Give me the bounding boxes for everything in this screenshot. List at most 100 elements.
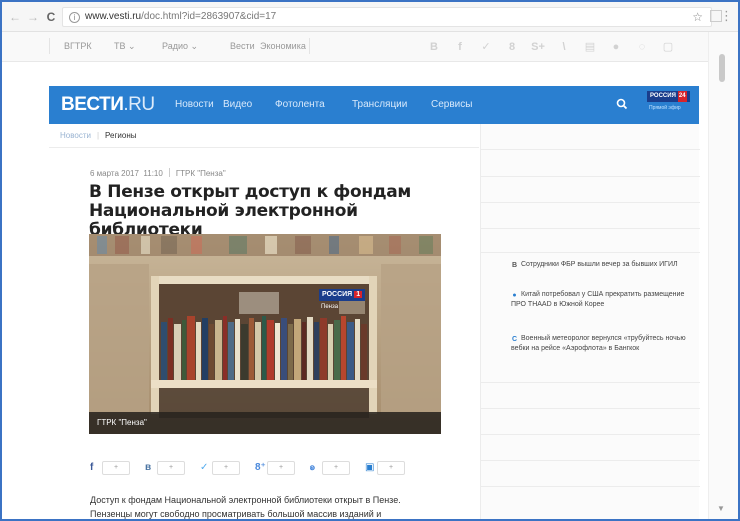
share-count: + [212, 461, 240, 475]
news-source-icon: В [511, 262, 518, 269]
topbar-link-economy[interactable]: Экономика [260, 41, 306, 51]
topbar-link-radio-label: Радио [162, 41, 188, 51]
chevron-down-icon: ⌄ [128, 41, 136, 51]
share-count: + [102, 461, 130, 475]
mail-icon: ▣ [365, 462, 375, 473]
scrollbar-thumb[interactable] [719, 54, 725, 82]
logo-ru: .RU [123, 94, 155, 115]
divider [49, 38, 50, 54]
divider [481, 202, 700, 203]
bookmark-star-icon[interactable]: ☆ [692, 10, 703, 24]
search-icon[interactable] [615, 97, 629, 111]
scroll-down-arrow-icon[interactable]: ▼ [717, 504, 725, 513]
odnoklassniki-icon[interactable]: 8 [504, 39, 520, 55]
sidebar-news-item[interactable]: С Военный метеоролог вернулся «трубуйтесь… [511, 334, 691, 354]
russia24-badge: РОССИЯ 24 [647, 91, 690, 102]
divider [309, 38, 310, 54]
article-time: 11:10 [143, 169, 163, 178]
article-source-link[interactable]: ГТРК "Пенза" [176, 169, 226, 178]
chevron-down-icon: ⌄ [190, 41, 199, 51]
nav-news[interactable]: Новости [175, 99, 214, 110]
tablet-icon[interactable]: ▤ [582, 39, 598, 55]
sidebar-news-text: Сотрудники ФБР вышли вечер за бывших ИГИ… [521, 261, 678, 268]
share-count: + [157, 461, 185, 475]
share-count: + [322, 461, 350, 475]
site-logo[interactable]: ВЕСТИ.RU [61, 94, 155, 116]
photo-caption: ГТРК "Пенза" [97, 418, 147, 427]
address-bar-row: ← → C i www.vesti.ru/doc.html?id=2863907… [2, 2, 738, 32]
nav-photos[interactable]: Фотолента [275, 99, 325, 110]
article-photo[interactable]: РОССИЯ 1 Пенза ГТРК "Пенза" [89, 234, 441, 434]
breadcrumb-home-link[interactable]: Новости [60, 131, 91, 140]
url-host: www.vesti.ru [85, 11, 142, 22]
nav-services[interactable]: Сервисы [431, 99, 472, 110]
forward-icon[interactable]: → [26, 10, 40, 24]
divider [481, 149, 700, 150]
russia24-number: 24 [677, 91, 687, 102]
news-source-icon: ● [512, 292, 517, 299]
google-plus-icon[interactable]: S+ [530, 39, 546, 55]
photo-caption-bar: ГТРК "Пенза" [89, 412, 441, 434]
camera-icon[interactable]: ● [608, 39, 624, 55]
sidebar-news-item[interactable]: В Сотрудники ФБР вышли вечер за бывших ИГ… [511, 260, 691, 270]
window-icon[interactable]: ▢ [660, 39, 676, 55]
odnoklassniki-icon: ꭷ [310, 462, 315, 473]
facebook-icon: f [90, 462, 94, 473]
article-body: Доступ к фондам Национальной электронной… [90, 495, 401, 519]
tv-logo-number: 1 [354, 291, 363, 298]
divider [49, 147, 479, 148]
tv-city-label: Пенза [321, 304, 339, 310]
divider [481, 228, 700, 229]
divider [481, 176, 700, 177]
url-path: /doc.html?id=2863907&cid=17 [141, 11, 277, 22]
divider [481, 382, 700, 383]
circle-icon[interactable]: ◌ [634, 39, 650, 55]
top-bar: ВГТРК ТВ ⌄ Радио ⌄ Вести Экономика B f ✓… [2, 32, 708, 62]
breadcrumb-separator: | [96, 131, 100, 140]
url-text: www.vesti.ru/doc.html?id=2863907&cid=17 [85, 11, 276, 22]
twitter-icon: ✓ [200, 462, 209, 473]
article-title: В Пензе открыт доступ к фондам Националь… [89, 182, 412, 240]
twitter-icon[interactable]: ✓ [478, 39, 494, 55]
russia24-text: РОССИЯ [650, 93, 676, 99]
browser-window: ← → C i www.vesti.ru/doc.html?id=2863907… [0, 0, 740, 521]
divider [481, 434, 700, 435]
logo-main: ВЕСТИ [61, 94, 124, 115]
rss-icon[interactable]: \ [556, 39, 572, 55]
article-date: 6 марта 2017 [90, 169, 139, 178]
site-header: ВЕСТИ.RU Новости Видео Фотолента Трансля… [49, 86, 699, 124]
breadcrumb: Новости | Регионы [60, 131, 136, 140]
topbar-link-radio[interactable]: Радио ⌄ [162, 41, 198, 52]
sidebar-news-text: Военный метеоролог вернулся «трубуйтесь … [511, 335, 686, 352]
news-source-icon: С [511, 336, 518, 343]
breadcrumb-current[interactable]: Регионы [105, 131, 136, 140]
divider [481, 252, 700, 253]
nav-broadcasts[interactable]: Трансляции [352, 99, 407, 110]
sidebar-news-item[interactable]: ● Китай потребовал у США прекратить разме… [511, 290, 691, 310]
google-plus-icon: 8⁺ [255, 462, 266, 473]
russia24-live-link[interactable]: РОССИЯ 24 Прямой эфир [647, 91, 693, 119]
site-info-icon[interactable]: i [69, 12, 80, 23]
back-icon[interactable]: ← [8, 10, 22, 24]
bookshelf-image [89, 234, 441, 434]
russia24-subtitle: Прямой эфир [649, 105, 681, 111]
divider [481, 408, 700, 409]
browser-menu-icon[interactable]: ⋮ [720, 9, 733, 23]
nav-video[interactable]: Видео [223, 99, 252, 110]
topbar-link-vesti[interactable]: Вести [230, 41, 255, 51]
tv-logo-text: РОССИЯ [322, 291, 353, 298]
page-scrollbar[interactable]: ▼ [708, 32, 738, 519]
sidebar-news-text: Китай потребовал у США прекратить размещ… [511, 291, 685, 308]
share-count: + [267, 461, 295, 475]
url-input[interactable]: i www.vesti.ru/doc.html?id=2863907&cid=1… [62, 7, 712, 27]
facebook-icon[interactable]: f [452, 39, 468, 55]
divider [481, 486, 700, 487]
topbar-link-tv-label: ТВ [114, 41, 126, 51]
share-count: + [377, 461, 405, 475]
reload-icon[interactable]: C [44, 10, 58, 24]
meta-separator [168, 168, 170, 177]
topbar-link-vgtrk[interactable]: ВГТРК [64, 41, 92, 51]
topbar-link-tv[interactable]: ТВ ⌄ [114, 41, 136, 52]
article-meta: 6 марта 2017 11:10 ГТРК "Пенза" [90, 168, 226, 178]
blog-icon[interactable]: B [426, 39, 442, 55]
